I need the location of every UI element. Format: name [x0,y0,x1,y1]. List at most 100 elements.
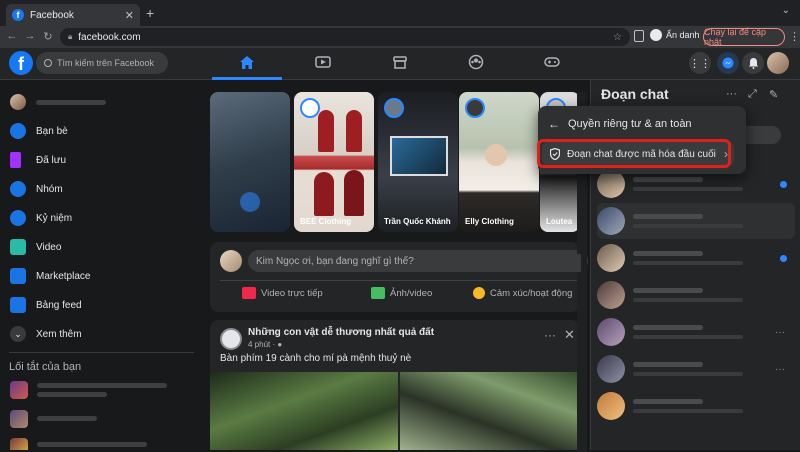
blurred-shortcut-name [37,442,147,447]
chat-row[interactable]: ··· [597,351,795,387]
shortcut-thumbnail[interactable] [10,438,28,450]
shortcut-thumbnail[interactable] [10,410,28,428]
bookmark-star-icon[interactable]: ☆ [613,32,622,43]
story-dress-image [344,170,364,216]
groups-icon[interactable] [467,54,485,70]
url-text: facebook.com [78,31,141,43]
story-screen-image [390,136,448,176]
group-avatar[interactable] [220,328,242,350]
expand-icon[interactable]: ⤢ [748,88,757,101]
sidebar-item-friends[interactable]: Bạn bè [10,120,68,142]
forward-icon[interactable]: → [22,30,38,42]
story-dress-image [314,172,334,216]
create-story-card[interactable] [210,92,290,232]
sidebar-profile[interactable] [10,91,106,113]
home-icon[interactable] [238,54,256,70]
home-tab-indicator [212,77,282,80]
friends-icon [10,123,26,139]
composer-input[interactable]: Kim Ngọc ơi, bạn đang nghĩ gì thế? [248,250,588,272]
search-input[interactable]: Tìm kiếm trên Facebook [36,52,168,74]
address-bar-row: ← → ↻ 🔒︎ facebook.com ☆ Ẩn danh Chạy lại… [0,26,800,48]
story-name: Trần Quốc Khánh [384,217,451,226]
tab-title: Facebook [30,9,74,21]
browser-tab[interactable]: f Facebook ✕ [6,4,140,26]
chat-row-options-icon[interactable]: ··· [775,364,785,375]
search-icon [44,59,52,67]
chevron-down-icon: ⌄ [10,326,26,342]
reload-icon[interactable]: ↻ [40,30,56,43]
chat-row[interactable]: ··· [597,314,795,350]
sidebar-item-saved[interactable]: Đã lưu [10,149,66,171]
sidebar-divider [9,352,194,353]
marketplace-icon[interactable] [391,54,409,70]
photo-video-label: Ảnh/video [390,287,433,299]
menu-grid-icon[interactable]: ⋮⋮ [689,52,711,74]
tab-search-icon[interactable]: ⌄ [782,5,790,16]
photo-video-button[interactable]: Ảnh/video [371,287,432,299]
post-image[interactable] [210,372,398,450]
browser-menu-icon[interactable]: ⋮ [789,30,800,43]
post-options-icon[interactable]: ··· [544,328,556,342]
marketplace-icon [10,268,26,284]
facebook-logo-icon[interactable]: f [9,51,33,75]
new-tab-icon[interactable]: + [146,5,154,21]
chat-avatar [597,281,625,309]
shortcut-thumbnail[interactable] [10,381,28,399]
chat-row[interactable] [597,240,795,276]
composer-avatar[interactable] [220,250,242,272]
notifications-bell-icon[interactable] [742,52,764,74]
chat-options-icon[interactable]: ··· [726,88,737,100]
messenger-icon[interactable] [717,52,739,74]
globe-icon: ● [277,340,283,349]
smiley-icon [473,287,485,299]
photo-icon [371,287,385,299]
side-panel-icon[interactable] [634,30,644,42]
hide-post-icon[interactable]: ✕ [564,327,575,343]
feeds-icon [10,297,26,313]
url-input[interactable]: 🔒︎ facebook.com ☆ [60,28,630,46]
blurred-shortcut-name [37,416,97,421]
chat-row[interactable] [597,277,795,313]
story-dress-image [346,110,362,152]
facebook-favicon-icon: f [12,9,24,21]
story-card[interactable]: BEE Clothing [294,92,374,232]
feeling-activity-button[interactable]: Cảm xúc/hoạt động [473,287,572,299]
watch-icon[interactable] [314,54,332,70]
unread-dot [780,254,787,262]
sidebar-item-video[interactable]: Video [10,236,61,258]
chat-row[interactable] [597,388,795,424]
chat-row-options-icon[interactable]: ··· [775,327,785,338]
new-message-icon[interactable]: ✎ [769,88,778,101]
sidebar-item-label: Marketplace [36,270,91,282]
story-card[interactable]: Elly Clothing [459,92,539,232]
sidebar-item-feeds[interactable]: Bảng feed [10,294,82,316]
browser-tab-bar: f Facebook ✕ + ⌄ [0,0,800,26]
incognito-profile-button[interactable]: Ẩn danh [650,29,700,41]
blurred-profile-name [36,99,106,105]
post-image[interactable] [400,372,580,450]
chat-row[interactable] [597,203,795,239]
back-icon[interactable]: ← [4,30,20,42]
sidebar-item-marketplace[interactable]: Marketplace [10,265,90,287]
lock-icon: 🔒︎ [68,32,73,41]
composer-divider [220,280,580,281]
sidebar-item-groups[interactable]: Nhóm [10,178,63,200]
group-name[interactable]: Những con vật dễ thương nhất quả đất [248,327,434,338]
groups-icon [10,181,26,197]
chat-avatar [597,244,625,272]
account-avatar[interactable] [767,52,789,74]
live-video-label: Video trực tiếp [261,287,323,299]
relaunch-update-button[interactable]: Chạy lại để cập nhật [703,27,785,47]
chat-panel-title: Đoạn chat [601,86,669,102]
sidebar-item-label: Kỷ niệm [36,212,73,224]
close-tab-icon[interactable]: ✕ [125,9,134,22]
back-arrow-icon[interactable]: ← [548,117,560,131]
privacy-menu-title[interactable]: Quyền riêng tư & an toàn [568,118,692,130]
gaming-icon[interactable] [543,54,561,70]
memories-clock-icon [10,210,26,226]
story-card[interactable]: Trần Quốc Khánh [378,92,458,232]
saved-bookmark-icon [10,152,21,168]
live-video-button[interactable]: Video trực tiếp [242,287,323,299]
sidebar-item-see-more[interactable]: ⌄ Xem thêm [10,323,82,345]
sidebar-item-memories[interactable]: Kỷ niệm [10,207,72,229]
